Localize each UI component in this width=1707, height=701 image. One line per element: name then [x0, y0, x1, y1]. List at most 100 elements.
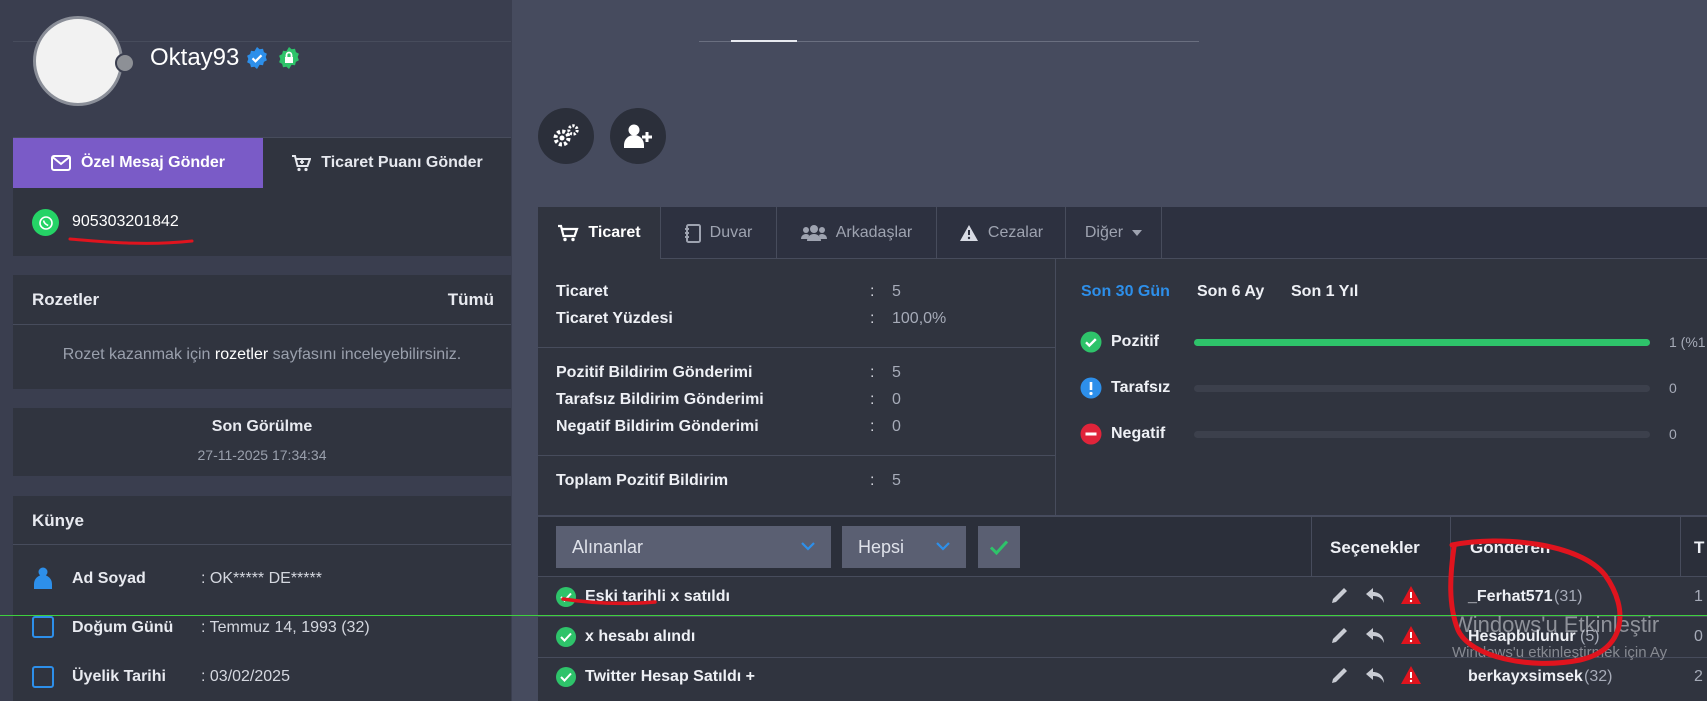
stat-label: Pozitif Bildirim Gönderimi — [556, 364, 753, 381]
tab-cezalar[interactable]: Cezalar — [937, 207, 1066, 259]
stat-label: Negatif Bildirim Gönderimi — [556, 418, 759, 435]
row-text[interactable]: Twitter Hesap Satıldı + — [585, 668, 755, 686]
phone-number[interactable]: 905303201842 — [72, 213, 179, 231]
divider — [538, 455, 1055, 456]
stat-colon: : — [870, 310, 875, 327]
stat-value: 5 — [892, 283, 901, 300]
status-dot — [115, 53, 135, 73]
kunye-title: Künye — [32, 511, 84, 530]
warning-icon — [959, 225, 978, 241]
divider — [1055, 259, 1056, 515]
gears-icon — [553, 124, 579, 147]
rating-value: 0 — [1669, 426, 1677, 442]
kunye-label: Ad Soyad — [72, 570, 146, 587]
negative-bar — [1194, 431, 1650, 438]
row-extra: 0 — [1694, 628, 1703, 645]
approved-icon — [556, 667, 576, 687]
stat-colon: : — [870, 283, 875, 300]
positive-bar — [1194, 339, 1650, 346]
report-icon[interactable] — [1400, 665, 1422, 685]
row-actions — [1330, 665, 1422, 685]
stat-value: 0 — [892, 391, 901, 408]
tab-arkadaslar[interactable]: Arkadaşlar — [777, 207, 937, 259]
envelope-icon — [50, 155, 71, 171]
badges-empty-text: Rozet kazanmak için rozetler sayfasını i… — [62, 346, 462, 363]
reply-icon[interactable] — [1365, 626, 1385, 644]
badges-link[interactable]: rozetler — [215, 346, 268, 363]
whatsapp-icon[interactable] — [32, 209, 59, 236]
neutral-bar — [1194, 385, 1650, 392]
reply-icon[interactable] — [1365, 586, 1385, 604]
tab-duvar[interactable]: Duvar — [661, 207, 777, 259]
neutral-icon — [1080, 377, 1102, 399]
send-trade-points-button[interactable]: Ticaret Puanı Gönder — [263, 138, 511, 188]
cover-line-active — [731, 40, 797, 42]
col-next: T — [1694, 538, 1705, 557]
last-seen-value: 27-11-2025 17:34:34 — [197, 447, 327, 463]
divider — [13, 544, 511, 545]
user-icon — [34, 567, 52, 589]
tab-ticaret[interactable]: Ticaret — [538, 207, 661, 259]
period-6-months[interactable]: Son 6 Ay — [1197, 283, 1264, 301]
rating-label: Tarafsız — [1111, 379, 1171, 396]
users-icon — [800, 225, 827, 241]
chevron-down-icon — [801, 542, 815, 551]
avatar[interactable] — [33, 16, 123, 106]
positive-icon — [1080, 331, 1102, 353]
edit-icon[interactable] — [1330, 585, 1350, 605]
cart-plus-icon — [292, 155, 312, 172]
rating-value: 1 (%1 — [1669, 334, 1706, 350]
divider — [13, 324, 511, 325]
notebook-icon — [684, 223, 701, 243]
green-guide-line — [0, 615, 1707, 616]
period-1-year[interactable]: Son 1 Yıl — [1291, 283, 1358, 301]
cart-icon — [558, 224, 579, 242]
tab-diger[interactable]: Diğer — [1066, 207, 1162, 259]
negative-icon — [1080, 423, 1102, 445]
edit-icon[interactable] — [1330, 625, 1350, 645]
stat-label: Tarafsız Bildirim Gönderimi — [556, 391, 764, 408]
edit-icon[interactable] — [1330, 665, 1350, 685]
report-icon[interactable] — [1400, 625, 1422, 645]
red-underline-annotation — [561, 597, 657, 606]
chevron-down-icon — [936, 542, 950, 551]
red-circle-annotation — [1448, 538, 1623, 666]
settings-button[interactable] — [538, 108, 594, 164]
last-seen-title: Son Görülme — [211, 418, 313, 435]
sender-name[interactable]: berkayxsimsek — [1468, 668, 1583, 686]
type-select[interactable]: Alınanlar — [556, 526, 831, 568]
kunye-value: : OK***** DE***** — [201, 570, 322, 587]
row-text[interactable]: x hesabı alındı — [585, 628, 695, 646]
kunye-label: Doğum Günü — [72, 619, 174, 636]
period-30-days[interactable]: Son 30 Gün — [1081, 283, 1170, 301]
username: Oktay93 — [150, 44, 240, 71]
badges-all-link[interactable]: Tümü — [448, 290, 494, 310]
check-icon — [989, 540, 1009, 555]
send-message-button[interactable]: Özel Mesaj Gönder — [13, 138, 263, 188]
row-actions — [1330, 625, 1422, 645]
kunye-value: : 03/02/2025 — [201, 668, 290, 685]
add-friend-button[interactable] — [610, 108, 666, 164]
row-extra: 1 — [1694, 588, 1703, 605]
report-icon[interactable] — [1400, 585, 1422, 605]
row-extra: 2 — [1694, 668, 1703, 685]
caret-down-icon — [1132, 230, 1143, 236]
scope-select[interactable]: Hepsi — [842, 526, 966, 568]
apply-filter-button[interactable] — [978, 526, 1020, 568]
calendar-icon — [32, 616, 54, 638]
stat-value: 0 — [892, 418, 901, 435]
col-options: Seçenekler — [1330, 538, 1420, 557]
stat-label: Ticaret — [556, 283, 609, 300]
rating-label: Pozitif — [1111, 333, 1159, 350]
stat-value: 5 — [892, 472, 901, 489]
reply-icon[interactable] — [1365, 666, 1385, 684]
approved-icon — [556, 627, 576, 647]
kunye-value: : Temmuz 14, 1993 (32) — [201, 619, 370, 636]
rating-label: Negatif — [1111, 425, 1166, 442]
stat-colon: : — [870, 364, 875, 381]
calendar-icon — [32, 666, 54, 688]
stat-value: 5 — [892, 364, 901, 381]
badges-title: Rozetler — [32, 290, 100, 309]
divider — [538, 347, 1055, 348]
user-plus-icon — [624, 124, 652, 148]
